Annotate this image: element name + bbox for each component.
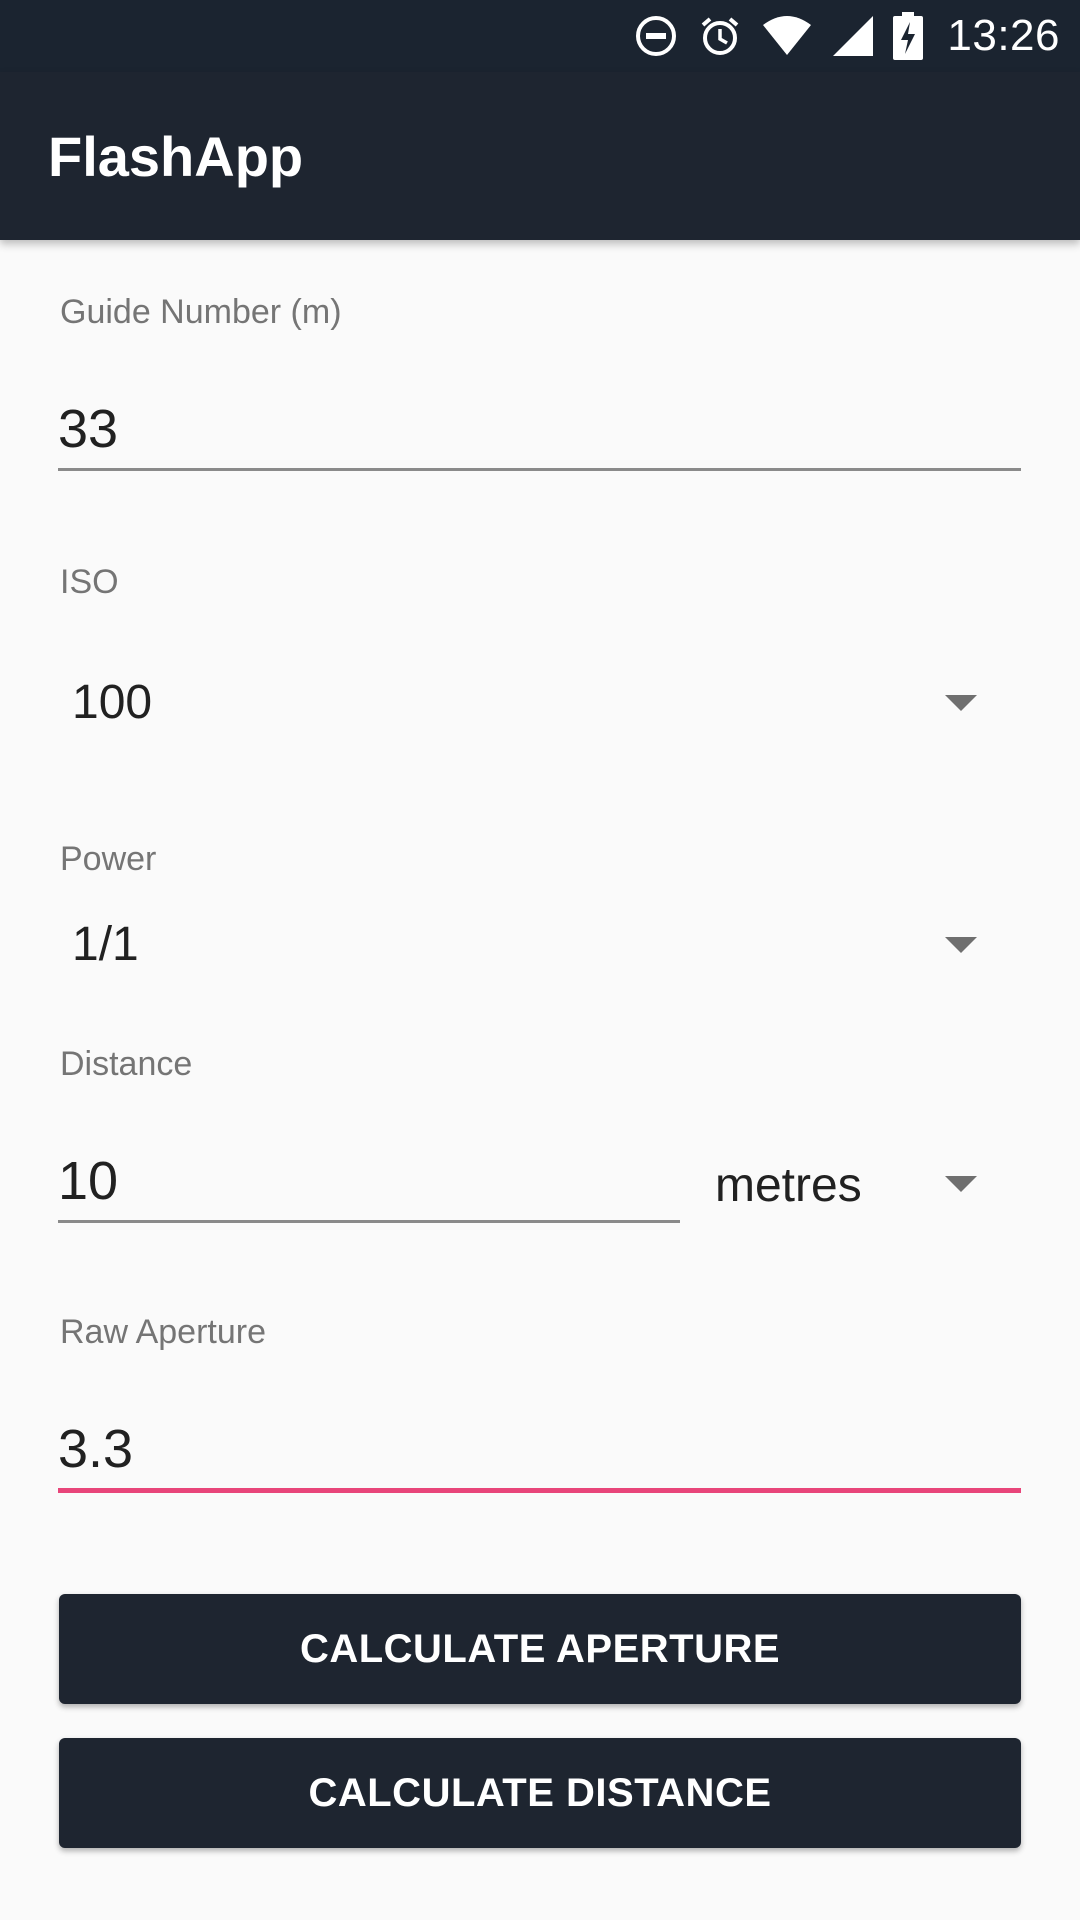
status-time: 13:26: [947, 11, 1060, 60]
do-not-disturb-icon: [633, 13, 679, 59]
guide-number-input[interactable]: 33: [58, 398, 118, 460]
app-bar: FlashApp: [0, 72, 1080, 240]
status-bar: 13:26: [0, 0, 1080, 72]
status-icons: 13:26: [633, 0, 1060, 72]
app-title: FlashApp: [48, 125, 304, 188]
iso-dropdown-arrow-icon[interactable]: [945, 695, 977, 711]
iso-spinner-value[interactable]: 100: [72, 675, 152, 730]
cell-signal-icon: [831, 14, 875, 58]
distance-underline: [58, 1220, 680, 1223]
raw-aperture-input[interactable]: 3.3: [58, 1418, 133, 1480]
raw-aperture-underline: [58, 1488, 1021, 1493]
power-spinner-value[interactable]: 1/1: [72, 917, 139, 972]
distance-input[interactable]: 10: [58, 1150, 118, 1212]
iso-label: ISO: [60, 563, 119, 601]
calculate-aperture-button[interactable]: CALCULATE APERTURE: [59, 1594, 1021, 1704]
distance-label: Distance: [60, 1045, 193, 1083]
battery-charging-icon: [893, 12, 924, 60]
power-dropdown-arrow-icon[interactable]: [945, 937, 977, 953]
distance-unit-value[interactable]: metres: [715, 1158, 862, 1213]
wifi-icon: [761, 13, 813, 59]
raw-aperture-label: Raw Aperture: [60, 1313, 266, 1351]
guide-number-label: Guide Number (m): [60, 293, 342, 331]
power-label: Power: [60, 840, 157, 878]
alarm-icon: [697, 13, 743, 59]
calculate-distance-button[interactable]: CALCULATE DISTANCE: [59, 1738, 1021, 1848]
guide-number-underline: [58, 468, 1021, 471]
distance-unit-dropdown-arrow-icon[interactable]: [945, 1176, 977, 1192]
